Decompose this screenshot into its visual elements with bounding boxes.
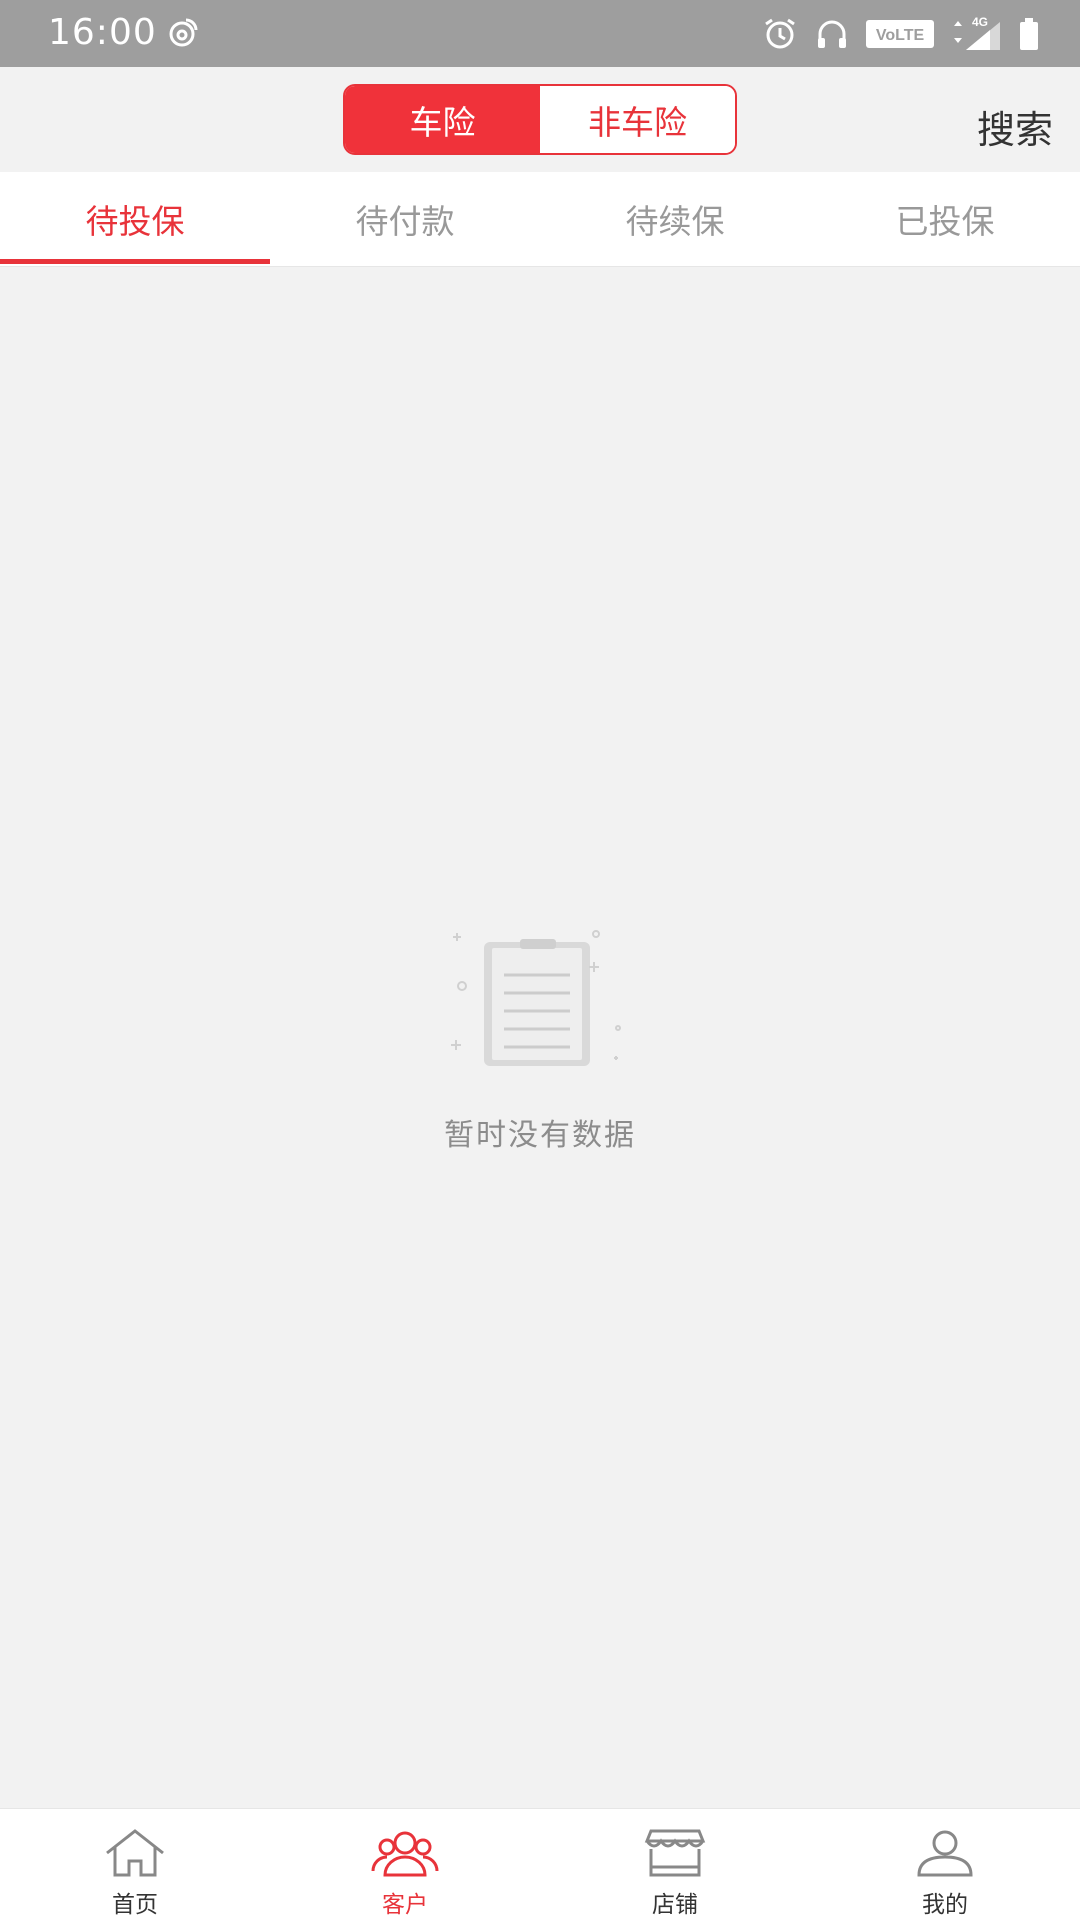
- nav-customers[interactable]: 客户: [270, 1809, 540, 1920]
- search-button[interactable]: 搜索: [977, 99, 1053, 154]
- status-bar: 16:00 VoLTE 4G: [0, 0, 1080, 67]
- segment-non-car-insurance[interactable]: 非车险: [540, 86, 735, 153]
- headphones-icon: [818, 20, 846, 48]
- insurance-type-switch: 车险 非车险: [343, 84, 737, 155]
- status-tabs: 待投保 待付款 待续保 已投保: [0, 172, 1080, 267]
- battery-icon: [1020, 18, 1038, 50]
- signal-icon: 4G: [954, 16, 1000, 50]
- nav-store-label: 店铺: [652, 1892, 698, 1918]
- volte-icon: VoLTE: [866, 20, 934, 48]
- nav-home[interactable]: 首页: [0, 1809, 270, 1920]
- tab-pending-renewal[interactable]: 待续保: [540, 172, 810, 266]
- segment-car-insurance[interactable]: 车险: [345, 86, 540, 153]
- empty-message: 暂时没有数据: [444, 1118, 636, 1153]
- customers-icon: [371, 1831, 439, 1877]
- bottom-nav: 首页 客户 店铺 我的: [0, 1808, 1080, 1920]
- clipboard-icon: [451, 930, 621, 1066]
- nav-home-label: 首页: [112, 1892, 158, 1918]
- top-bar: 车险 非车险 搜索: [0, 67, 1080, 172]
- alarm-icon: [765, 18, 795, 49]
- home-icon: [106, 1829, 164, 1877]
- nav-customers-label: 客户: [382, 1892, 428, 1918]
- tab-insured[interactable]: 已投保: [810, 172, 1080, 266]
- volte-label: VoLTE: [876, 27, 925, 44]
- weibo-icon: [164, 14, 200, 50]
- store-icon: [644, 1829, 706, 1877]
- tab-pending-payment[interactable]: 待付款: [270, 172, 540, 266]
- signal-label: 4G: [972, 16, 988, 29]
- nav-profile-label: 我的: [922, 1892, 968, 1918]
- nav-store[interactable]: 店铺: [540, 1809, 810, 1920]
- status-icons: VoLTE 4G: [762, 14, 1040, 54]
- tab-pending-insure[interactable]: 待投保: [0, 172, 270, 266]
- status-time: 16:00: [48, 12, 157, 53]
- nav-profile[interactable]: 我的: [810, 1809, 1080, 1920]
- profile-icon: [917, 1830, 973, 1877]
